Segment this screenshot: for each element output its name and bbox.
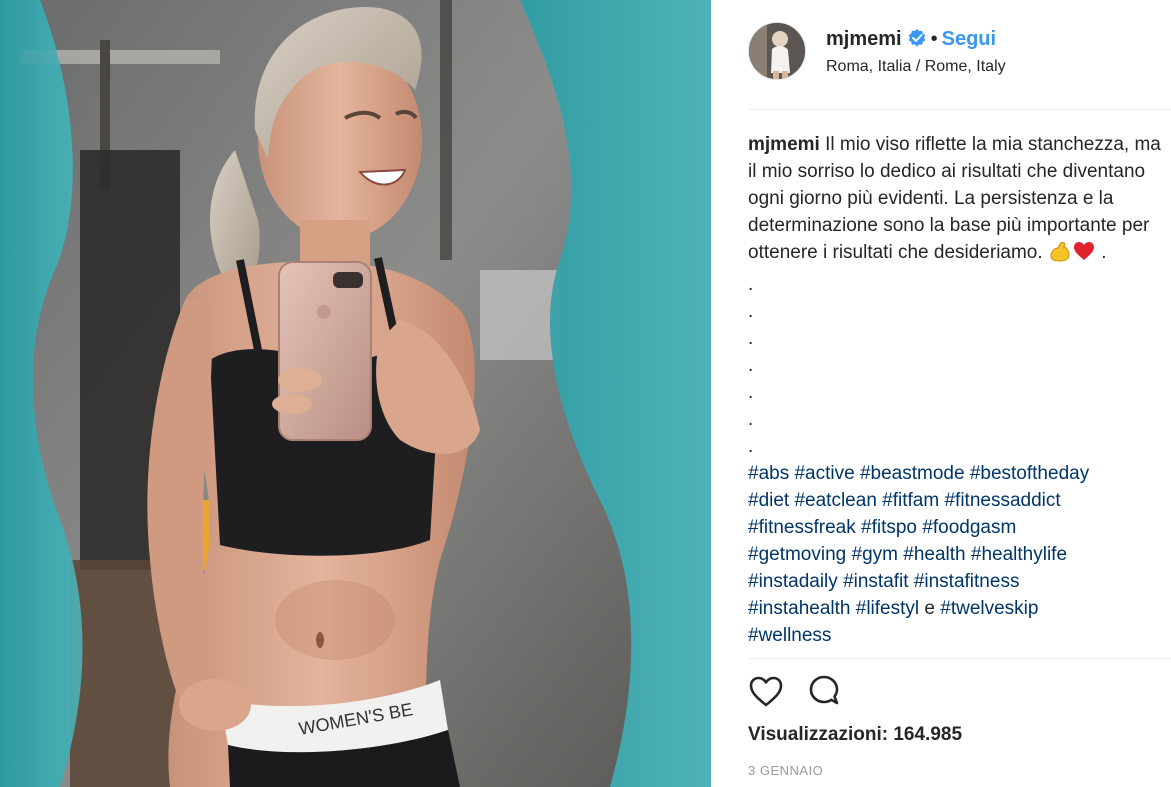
caption-trailing: . xyxy=(1101,242,1107,263)
flexed-biceps-emoji xyxy=(1048,239,1072,271)
hashtag-link[interactable]: #fitnessaddict xyxy=(944,490,1060,511)
hashtag-link[interactable]: #twelveskip xyxy=(940,598,1038,619)
hashtag-link[interactable]: #instafit xyxy=(843,571,908,592)
hashtag-link[interactable]: #gym xyxy=(852,544,898,565)
heart-outline-icon xyxy=(749,676,783,707)
caption-dots: . . . . . . . xyxy=(748,271,1163,460)
hashtag-link[interactable]: #eatclean xyxy=(794,490,876,511)
view-count[interactable]: Visualizzazioni: 164.985 xyxy=(748,724,962,746)
hashtag-link[interactable]: #health xyxy=(903,544,965,565)
dot-line: . xyxy=(748,436,754,457)
hashtag-link[interactable]: #fitspo xyxy=(861,517,917,538)
caption-username[interactable]: mjmemi xyxy=(748,134,820,155)
post-photo[interactable]: WOMEN'S BE xyxy=(0,0,711,787)
views-label: Visualizzazioni: xyxy=(748,724,889,745)
hashtag-link[interactable]: #fitfam xyxy=(882,490,939,511)
avatar[interactable] xyxy=(748,22,806,80)
hashtag-link[interactable]: #wellness xyxy=(748,625,831,646)
hashtag-link[interactable]: #beastmode xyxy=(860,463,965,484)
hashtag-link[interactable]: #diet xyxy=(748,490,789,511)
hashtag-link[interactable]: #abs xyxy=(748,463,789,484)
verified-badge-icon xyxy=(908,29,925,47)
hashtags: #abs #active #beastmode #bestoftheday #d… xyxy=(748,460,1163,649)
comment-bubble-icon xyxy=(809,675,839,705)
hashtag-link[interactable]: #instadaily xyxy=(748,571,838,592)
username-line: mjmemi • Segui xyxy=(826,28,996,51)
hashtag-link[interactable]: #fitnessfreak xyxy=(748,517,856,538)
hashtag-link[interactable]: #foodgasm xyxy=(922,517,1016,538)
header-divider xyxy=(748,109,1171,110)
hashtag-link[interactable]: #lifestyl xyxy=(856,598,919,619)
like-button[interactable] xyxy=(748,674,784,710)
dot-line: . xyxy=(748,355,754,376)
dot-line: . xyxy=(748,382,754,403)
follow-button[interactable]: Segui xyxy=(942,28,996,50)
caption: mjmemi Il mio viso riflette la mia stanc… xyxy=(748,131,1163,658)
dot-line: . xyxy=(748,328,754,349)
avatar-image xyxy=(749,23,805,79)
hashtag-link[interactable]: #bestoftheday xyxy=(970,463,1089,484)
caption-body: mjmemi Il mio viso riflette la mia stanc… xyxy=(748,131,1163,271)
post-side-panel: mjmemi • Segui Roma, Italia / Rome, Italy… xyxy=(712,0,1171,787)
caption-divider xyxy=(748,658,1171,659)
red-heart-emoji xyxy=(1072,239,1096,271)
separator-dot: • xyxy=(930,28,938,50)
post-header: mjmemi • Segui Roma, Italia / Rome, Italy xyxy=(748,18,1148,88)
hashtag-link[interactable]: #instahealth xyxy=(748,598,850,619)
dot-line: . xyxy=(748,274,754,295)
comment-button[interactable] xyxy=(806,674,842,710)
dot-line: . xyxy=(748,409,754,430)
hashtag-link[interactable]: #getmoving xyxy=(748,544,846,565)
hashtag-link[interactable]: #instafitness xyxy=(914,571,1020,592)
hashtag-link[interactable]: #active xyxy=(794,463,854,484)
username-link[interactable]: mjmemi xyxy=(826,28,902,50)
post-photo-image: WOMEN'S BE xyxy=(0,0,711,787)
views-count: 164.985 xyxy=(893,724,963,745)
dot-line: . xyxy=(748,301,754,322)
location-link[interactable]: Roma, Italia / Rome, Italy xyxy=(826,58,1006,76)
hashtag-link[interactable]: #healthylife xyxy=(971,544,1067,565)
hashtag-conjunction: e xyxy=(924,598,935,619)
post-date[interactable]: 3 GENNAIO xyxy=(748,763,823,778)
